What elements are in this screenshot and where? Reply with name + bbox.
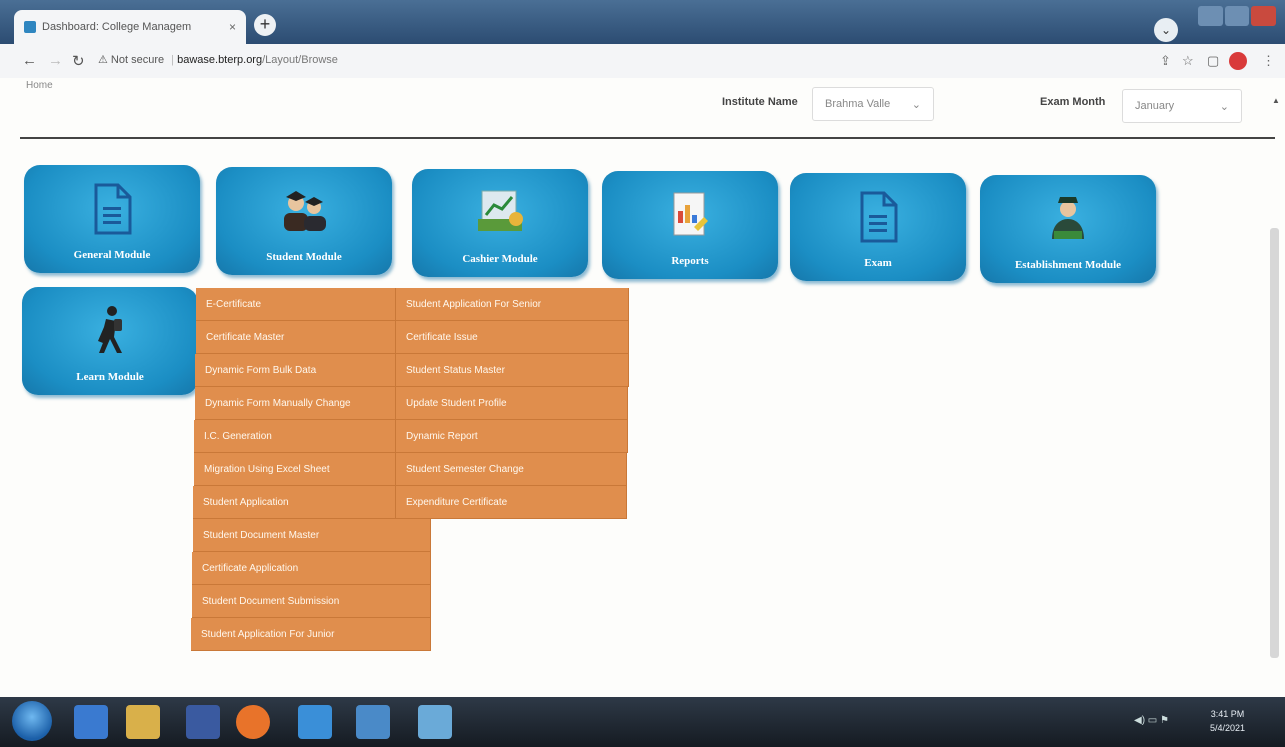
url-host: bawase.bterp.org [177, 54, 263, 66]
more-menu-icon[interactable]: ⋮ [1262, 53, 1275, 69]
folder-icon[interactable] [126, 705, 160, 739]
menu-item[interactable]: Migration Using Excel Sheet [194, 453, 396, 486]
cashier-module-tile[interactable]: Cashier Module [412, 169, 588, 277]
institute-select[interactable]: Brahma Valle ⌄ [812, 87, 934, 121]
module-label: Establishment Module [1014, 259, 1122, 271]
document-icon [858, 191, 898, 248]
control-panel-icon[interactable] [356, 705, 390, 739]
menu-item[interactable]: Student Application For Junior [191, 618, 431, 651]
learn-module-tile[interactable]: Learn Module [22, 287, 198, 395]
menu-item[interactable]: Student Application For Senior [396, 288, 629, 321]
url-field[interactable]: ⚠ Not secure | bawase.bterp.org/Layout/B… [98, 53, 338, 66]
profile-avatar[interactable] [1229, 52, 1247, 70]
module-label: Student Module [266, 251, 342, 263]
menu-item[interactable]: Student Document Submission [192, 585, 431, 618]
tab-search-chevron-icon[interactable]: ⌄ [1154, 18, 1178, 42]
clock-date: 5/4/2021 [1210, 723, 1246, 733]
menu-item[interactable]: E-Certificate [196, 288, 396, 321]
menu-item[interactable]: Dynamic Report [396, 420, 628, 453]
bookmark-star-icon[interactable]: ☆ [1182, 53, 1194, 69]
menu-item[interactable]: Expenditure Certificate [396, 486, 627, 519]
clock-time: 3:41 PM [1210, 709, 1245, 719]
header-divider [20, 137, 1275, 139]
breadcrumb-home[interactable]: Home [26, 80, 53, 91]
maximize-button[interactable] [1224, 6, 1250, 26]
officer-icon [1046, 193, 1090, 248]
browser-tab[interactable]: Dashboard: College Managem × [14, 10, 246, 44]
forward-arrow-icon[interactable]: → [48, 52, 63, 69]
module-label: General Module [73, 249, 151, 261]
institute-select-value: Brahma Valle [825, 98, 891, 110]
firefox-icon[interactable] [236, 705, 270, 739]
chevron-down-icon: ⌄ [911, 98, 921, 111]
hiker-icon [92, 305, 128, 362]
back-arrow-icon[interactable]: ← [22, 52, 37, 69]
menu-item[interactable]: Student Application [193, 486, 396, 519]
menu-item[interactable]: Certificate Master [196, 321, 396, 354]
menu-item[interactable]: Student Document Master [193, 519, 431, 552]
share-icon[interactable]: ⇪ [1160, 53, 1171, 69]
ie-icon[interactable] [74, 705, 108, 739]
system-tray[interactable]: ◀) ▭ ⚑ [1134, 715, 1169, 726]
tab-favicon-icon [24, 21, 36, 33]
browser-tabstrip: Dashboard: College Managem × + ⌄ [0, 0, 1285, 44]
clock[interactable]: 3:41 PM 5/4/2021 [1210, 707, 1245, 735]
window-controls [1196, 6, 1277, 30]
establishment-module-tile[interactable]: Establishment Module [980, 175, 1156, 283]
general-module-tile[interactable]: General Module [24, 165, 200, 273]
report-icon [666, 189, 714, 246]
chevron-down-icon: ⌄ [1219, 100, 1229, 113]
students-icon [278, 185, 330, 238]
menu-item[interactable]: Dynamic Form Manually Change [195, 387, 396, 420]
minimize-button[interactable] [1198, 6, 1223, 26]
start-button[interactable] [12, 701, 52, 741]
sidepanel-icon[interactable]: ▢ [1207, 53, 1219, 69]
exam-month-select-value: January [1135, 100, 1175, 112]
module-label: Exam [864, 257, 892, 269]
module-label: Cashier Module [462, 253, 538, 265]
screen: Dashboard: College Managem × + ⌄ ← → ↻ ⚠… [0, 0, 1285, 747]
menu-item[interactable]: Dynamic Form Bulk Data [195, 354, 396, 387]
media-player-icon[interactable] [186, 705, 220, 739]
menu-item[interactable]: Certificate Application [192, 552, 431, 585]
scroll-up-arrow-icon[interactable]: ▲ [1272, 96, 1280, 105]
menu-item[interactable]: Student Status Master [396, 354, 629, 387]
close-window-button[interactable] [1251, 6, 1277, 26]
module-label: Learn Module [76, 371, 144, 383]
document-icon [92, 183, 132, 240]
taskbar: ◀) ▭ ⚑ 3:41 PM 5/4/2021 [0, 697, 1285, 747]
exam-month-select[interactable]: January ⌄ [1122, 89, 1242, 123]
tab-close-icon[interactable]: × [229, 20, 236, 34]
cashier-icon [474, 187, 526, 242]
menu-item[interactable]: Student Semester Change [396, 453, 627, 486]
institute-name-label: Institute Name [722, 96, 798, 108]
address-bar: ← → ↻ ⚠ Not secure | bawase.bterp.org/La… [0, 44, 1285, 78]
exam-month-label: Exam Month [1040, 96, 1106, 108]
url-path: /Layout/Browse [262, 54, 338, 66]
student-module-tile[interactable]: Student Module [216, 167, 392, 275]
menu-item[interactable]: I.C. Generation [194, 420, 396, 453]
menu-item[interactable]: Update Student Profile [396, 387, 628, 420]
tab-title: Dashboard: College Managem [42, 21, 192, 33]
menu-item[interactable]: Certificate Issue [396, 321, 629, 354]
new-tab-button[interactable]: + [254, 14, 276, 36]
page-scrollbar[interactable] [1270, 228, 1279, 658]
reload-icon[interactable]: ↻ [72, 52, 85, 70]
not-secure-indicator[interactable]: ⚠ Not secure [98, 54, 164, 66]
reports-module-tile[interactable]: Reports [602, 171, 778, 279]
exam-module-tile[interactable]: Exam [790, 173, 966, 281]
chrome-icon[interactable] [298, 705, 332, 739]
module-label: Reports [671, 255, 709, 267]
window-icon[interactable] [418, 705, 452, 739]
